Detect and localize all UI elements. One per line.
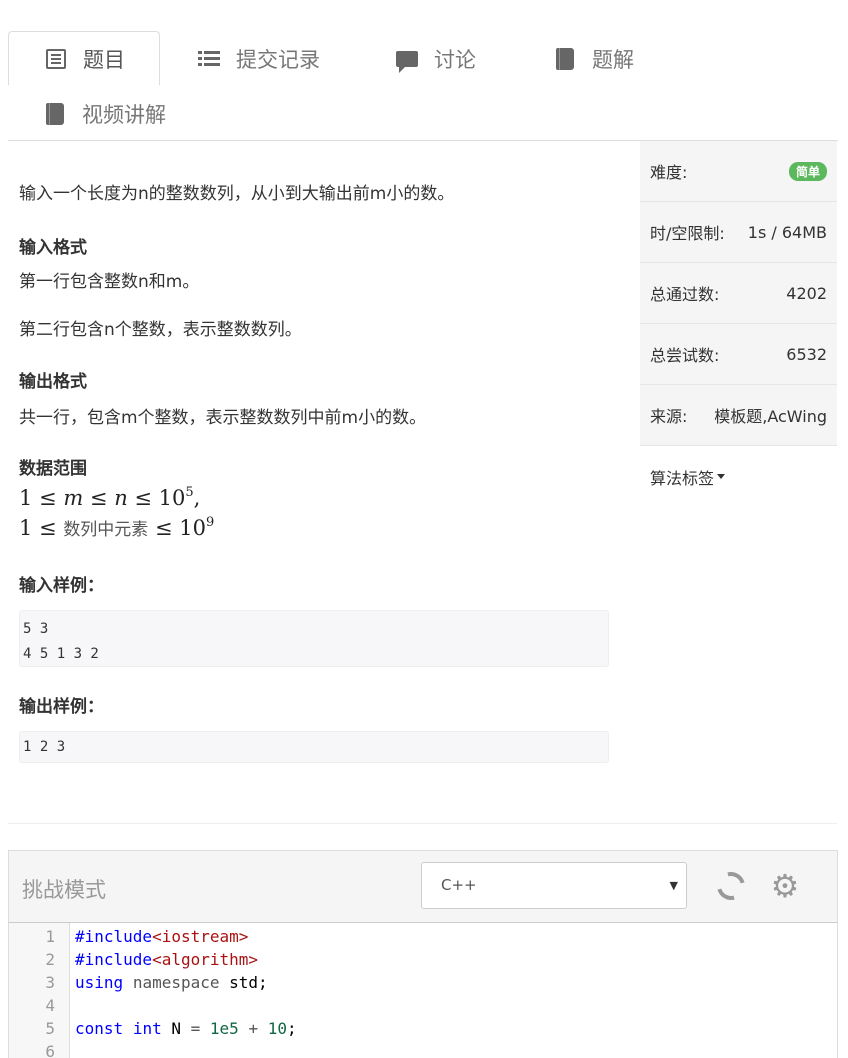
input-format-line-2: 第二行包含n个整数，表示整数数列。 xyxy=(19,320,302,340)
difficulty-label: 难度: xyxy=(650,163,688,182)
dropdown-arrow-icon: ▼ xyxy=(669,879,678,892)
line-number: 4 xyxy=(45,996,55,1015)
source-label: 来源: xyxy=(650,407,688,426)
code-line: 4 xyxy=(9,994,837,1017)
output-format-title: 输出格式 xyxy=(19,372,87,392)
gear-icon[interactable]: ⚙ xyxy=(769,870,801,902)
data-range-title: 数据范围 xyxy=(19,459,87,479)
difficulty-row: 难度: 简单 xyxy=(640,141,837,202)
total-passed-value: 4202 xyxy=(786,283,827,303)
tab-label: 题解 xyxy=(592,48,634,72)
code-line: 1 #include<iostream> xyxy=(9,925,837,948)
code-line: 2 #include<algorithm> xyxy=(9,948,837,971)
tab-label: 题目 xyxy=(83,48,125,72)
problem-description: 输入一个长度为n的整数数列，从小到大输出前m小的数。 xyxy=(19,184,455,204)
language-select[interactable]: C++ ▼ xyxy=(421,862,687,909)
book-icon xyxy=(554,48,576,70)
total-passed-row: 总通过数: 4202 xyxy=(640,263,837,324)
code-line: 5 const int N = 1e5 + 10; xyxy=(9,1017,837,1040)
code-editor[interactable]: 1 #include<iostream> 2 #include<algorithm> 3… xyxy=(8,923,838,1058)
code-line: 3 using namespace std; xyxy=(9,971,837,994)
source-value: 模板题,AcWing xyxy=(714,407,827,426)
editor-toolbar: 挑战模式 C++ ▼ ⚙ xyxy=(8,850,838,923)
limits-row: 时/空限制: 1s / 64MB xyxy=(640,202,837,263)
refresh-icon[interactable] xyxy=(711,866,751,906)
limits-value: 1s / 64MB xyxy=(747,222,827,242)
total-attempts-value: 6532 xyxy=(786,344,827,364)
comment-icon xyxy=(396,48,418,73)
code-text: #include<algorithm> xyxy=(75,950,259,969)
data-range-line-1: 1 ≤ m ≤ n ≤ 105, xyxy=(19,485,201,510)
code-text: const int N = 1e5 + 10; xyxy=(75,1019,297,1038)
algorithm-tags-toggle[interactable]: 算法标签 xyxy=(640,446,837,507)
code-text: using namespace std; xyxy=(75,973,268,992)
algorithm-tags-label: 算法标签 xyxy=(650,468,715,488)
total-passed-label: 总通过数: xyxy=(650,285,720,304)
section-divider xyxy=(8,823,837,824)
limits-label: 时/空限制: xyxy=(650,224,725,243)
input-format-title: 输入格式 xyxy=(19,238,87,258)
total-attempts-label: 总尝试数: xyxy=(650,346,720,365)
language-value: C++ xyxy=(441,876,477,894)
line-number: 1 xyxy=(45,927,55,946)
source-row: 来源: 模板题,AcWing xyxy=(640,385,837,446)
tab-submissions[interactable]: 提交记录 xyxy=(198,31,320,87)
code-text: #include<iostream> xyxy=(75,927,249,946)
challenge-mode-label: 挑战模式 xyxy=(22,878,106,902)
line-number: 6 xyxy=(45,1042,55,1058)
caret-down-icon xyxy=(717,474,726,479)
input-format-line-1: 第一行包含整数n和m。 xyxy=(19,272,200,292)
problem-tabs: 题目 提交记录 讨论 题解 视频讲解 xyxy=(8,31,838,141)
total-attempts-row: 总尝试数: 6532 xyxy=(640,324,837,385)
tab-problem[interactable]: 题目 xyxy=(8,31,160,87)
sample-output-title: 输出样例： xyxy=(19,697,104,717)
line-number: 5 xyxy=(45,1019,55,1038)
book-icon xyxy=(44,103,66,125)
line-number: 3 xyxy=(45,973,55,992)
list-icon xyxy=(198,48,220,70)
output-format-line: 共一行，包含m个整数，表示整数数列中前m小的数。 xyxy=(19,408,427,428)
tab-label: 讨论 xyxy=(434,48,476,72)
tab-discussion[interactable]: 讨论 xyxy=(396,31,476,87)
sample-input-title: 输入样例： xyxy=(19,576,104,596)
tab-label: 提交记录 xyxy=(236,48,320,72)
difficulty-badge: 简单 xyxy=(788,161,827,181)
sample-output-block: 1 2 3 xyxy=(19,731,609,763)
tab-solutions[interactable]: 题解 xyxy=(554,31,634,87)
code-line: 6 xyxy=(9,1040,837,1058)
data-range-line-2: 1 ≤ 数列中元素 ≤ 109 xyxy=(19,515,215,540)
tab-video[interactable]: 视频讲解 xyxy=(44,87,166,141)
line-number: 2 xyxy=(45,950,55,969)
document-icon xyxy=(45,48,67,70)
tab-label: 视频讲解 xyxy=(82,103,166,127)
sample-input-block: 5 3 4 5 1 3 2 xyxy=(19,610,609,667)
